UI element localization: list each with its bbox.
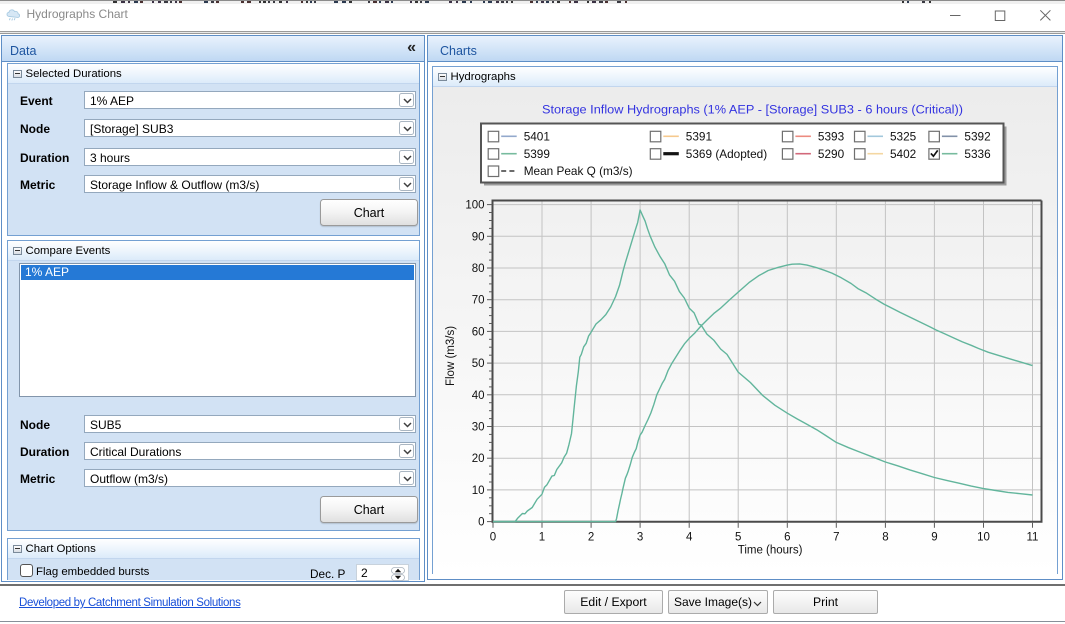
svg-text:6: 6 (784, 531, 790, 543)
svg-text:3: 3 (637, 531, 643, 543)
svg-text:10: 10 (472, 485, 485, 497)
svg-text:8: 8 (882, 531, 888, 543)
svg-text:Flow (m3/s): Flow (m3/s) (445, 326, 457, 386)
svg-text:100: 100 (465, 200, 484, 212)
svg-text:5401: 5401 (524, 130, 550, 144)
svg-text:40: 40 (472, 390, 485, 402)
svg-text:0: 0 (490, 531, 496, 543)
svg-text:5402: 5402 (890, 147, 916, 161)
svg-text:9: 9 (931, 531, 937, 543)
svg-text:50: 50 (472, 358, 485, 370)
svg-text:5290: 5290 (818, 147, 845, 161)
svg-text:4: 4 (686, 531, 693, 543)
svg-text:5325: 5325 (890, 130, 917, 144)
svg-text:5392: 5392 (964, 130, 990, 144)
svg-text:5399: 5399 (524, 147, 550, 161)
svg-text:2: 2 (588, 531, 594, 543)
svg-text:Storage Inflow Hydrographs (1%: Storage Inflow Hydrographs (1% AEP - [St… (542, 103, 963, 117)
svg-text:60: 60 (472, 326, 485, 338)
svg-text:0: 0 (478, 517, 484, 529)
svg-text:30: 30 (472, 422, 485, 434)
svg-text:70: 70 (472, 295, 485, 307)
svg-text:5391: 5391 (686, 130, 712, 144)
svg-text:Time (hours): Time (hours) (738, 544, 803, 556)
svg-text:80: 80 (472, 263, 485, 275)
svg-text:10: 10 (977, 531, 990, 543)
svg-text:11: 11 (1027, 531, 1039, 543)
svg-text:5369 (Adopted): 5369 (Adopted) (686, 147, 767, 161)
svg-text:5336: 5336 (964, 147, 991, 161)
svg-text:5: 5 (735, 531, 741, 543)
svg-text:90: 90 (472, 231, 485, 243)
svg-text:7: 7 (833, 531, 839, 543)
svg-text:20: 20 (472, 453, 485, 465)
svg-text:Mean Peak Q (m3/s): Mean Peak Q (m3/s) (524, 164, 633, 178)
svg-text:5393: 5393 (818, 130, 845, 144)
svg-text:1: 1 (539, 531, 545, 543)
